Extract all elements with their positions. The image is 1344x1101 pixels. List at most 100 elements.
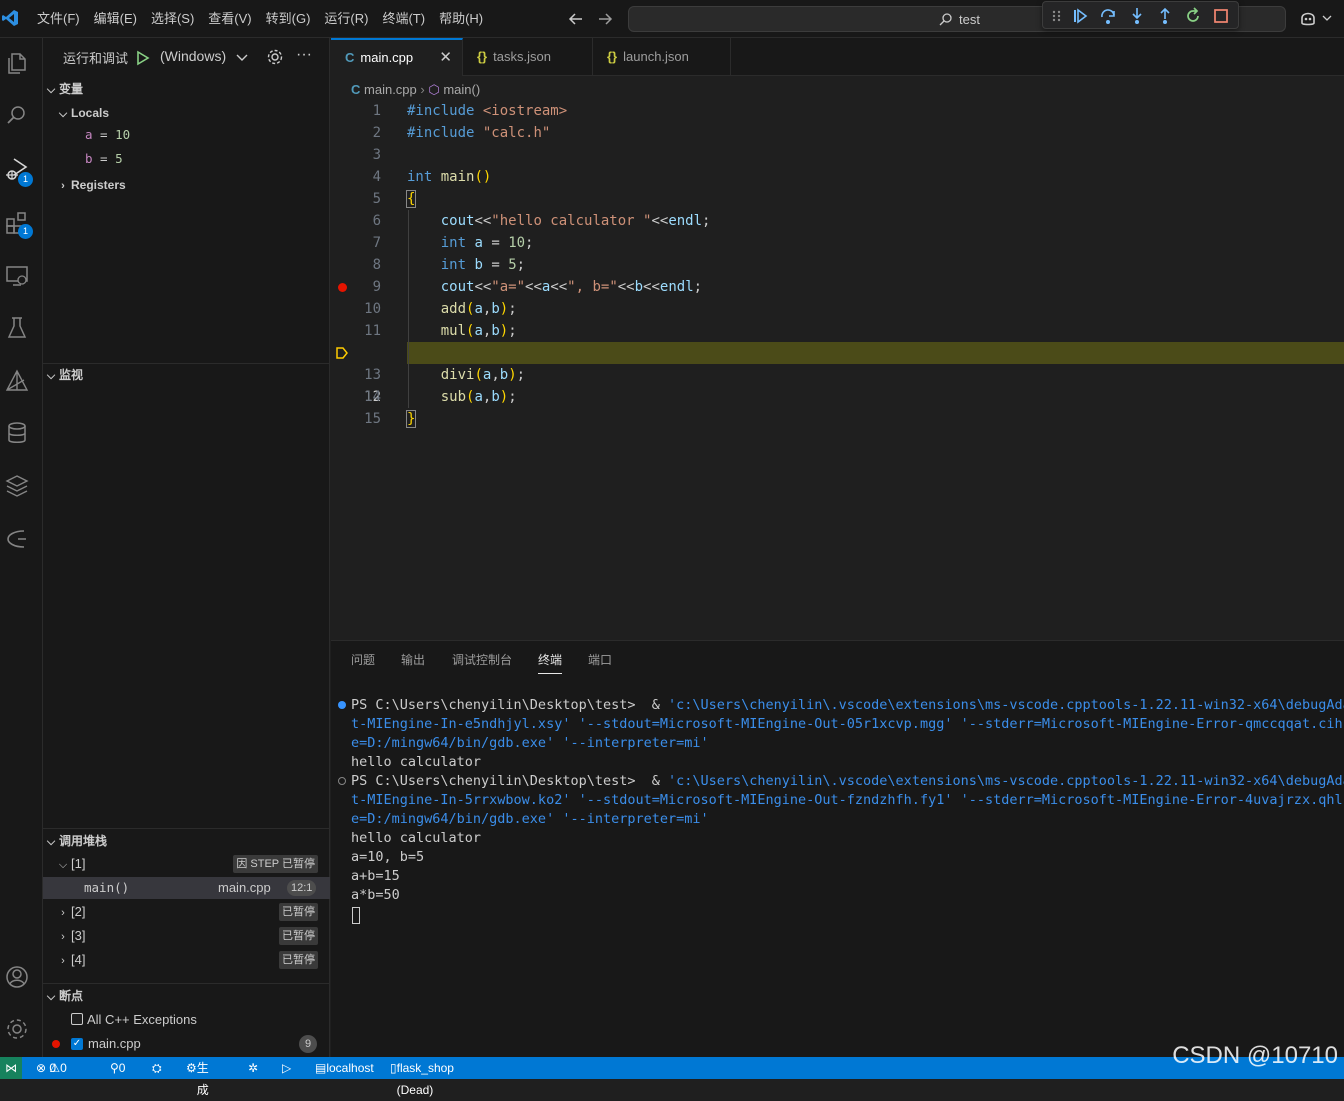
drag-handle-icon[interactable] xyxy=(1051,6,1063,26)
breakpoints-header[interactable]: ⌵ 断点 xyxy=(43,985,330,1007)
start-debug-icon[interactable] xyxy=(136,50,150,66)
host-label: localhost xyxy=(326,1061,374,1075)
chevron-down-icon[interactable] xyxy=(235,52,249,64)
terminal-text: hello calculator xyxy=(351,754,482,770)
checkbox-checked-icon[interactable]: ✓ xyxy=(71,1038,83,1050)
variable-name: b xyxy=(85,151,93,166)
database-icon[interactable] xyxy=(4,420,30,446)
variable-value: 5 xyxy=(115,151,123,166)
registers-scope[interactable]: › Registers xyxy=(43,174,330,196)
cpp-file-icon: C xyxy=(351,82,361,97)
account-icon[interactable] xyxy=(4,964,30,990)
tab-ports[interactable]: 端口 xyxy=(588,651,612,668)
code-editor[interactable]: 1 #include <iostream> 2 #include "calc.h" … xyxy=(331,100,1344,640)
cpp-file-icon: C xyxy=(345,50,355,65)
stop-icon[interactable] xyxy=(1211,6,1231,26)
locals-scope[interactable]: ⌵ Locals xyxy=(43,102,330,124)
debug-config-select[interactable]: (Windows) xyxy=(160,48,226,64)
step-over-icon[interactable] xyxy=(1098,6,1118,26)
testing-icon[interactable] xyxy=(4,315,30,341)
watermark: CSDN @10710 xyxy=(1172,1042,1338,1069)
terminal-line: PS C:\Users\chenyilin\Desktop\test> & 'c… xyxy=(351,772,1344,791)
problems-indicator[interactable]: ⊗ 0 ⚠ 0 xyxy=(36,1057,67,1079)
manage-gear-icon[interactable] xyxy=(4,1016,30,1042)
menu-edit[interactable]: 编辑(E) xyxy=(87,0,144,38)
code-line: 6 cout<<"hello calculator "<<endl; xyxy=(331,210,1344,232)
thread-row[interactable]: › [4] 已暂停 xyxy=(43,949,330,971)
variable-row[interactable]: b = 5 xyxy=(85,151,123,166)
open-launch-json-gear-icon[interactable] xyxy=(266,48,284,66)
menu-help[interactable]: 帮助(H) xyxy=(432,0,490,38)
variable-value: 10 xyxy=(115,127,131,142)
divider xyxy=(43,983,330,984)
breakpoint-line-badge: 9 xyxy=(299,1035,317,1053)
current-statement-arrow-icon xyxy=(336,347,348,359)
code-text: cout<<"hello calculator "<<endl; xyxy=(440,213,711,229)
continue-icon[interactable] xyxy=(1070,6,1090,26)
menu-selection[interactable]: 选择(S) xyxy=(144,0,201,38)
cmake-icon[interactable] xyxy=(4,368,30,394)
terminal-line: t-MIEngine-In-e5ndhjyl.xsy' '--stdout=Mi… xyxy=(351,715,1344,734)
tab-tasks-json[interactable]: {} tasks.json xyxy=(463,38,593,76)
copilot-icon[interactable] xyxy=(1298,8,1334,28)
terminal-text: PS C:\Users\chenyilin\Desktop\test> & xyxy=(351,697,668,713)
stack-frame-row[interactable]: main() main.cpp 12:1 xyxy=(43,877,330,899)
restart-icon[interactable] xyxy=(1183,6,1203,26)
menu-run[interactable]: 运行(R) xyxy=(317,0,375,38)
callstack-header[interactable]: ⌵ 调用堆栈 xyxy=(43,830,330,852)
thread-row[interactable]: › [2] 已暂停 xyxy=(43,901,330,923)
thread-row[interactable]: ⌵ [1] 因 STEP 已暂停 xyxy=(43,853,330,875)
current-line-highlight xyxy=(407,342,1344,364)
database-host-indicator[interactable]: ▤ localhost xyxy=(315,1057,374,1079)
ports-indicator[interactable]: ⚲ 0 xyxy=(110,1057,125,1079)
remote-explorer-icon[interactable] xyxy=(4,263,30,289)
tab-launch-json[interactable]: {} launch.json xyxy=(593,38,731,76)
menu-view[interactable]: 查看(V) xyxy=(201,0,258,38)
step-into-icon[interactable] xyxy=(1127,6,1147,26)
thread-row[interactable]: › [3] 已暂停 xyxy=(43,925,330,947)
remote-indicator-icon[interactable]: ⋈ xyxy=(0,1057,22,1079)
close-icon[interactable]: ✕ xyxy=(439,40,452,76)
search-activity-icon[interactable] xyxy=(4,102,30,128)
code-text: int a = 10; xyxy=(440,235,534,251)
tab-terminal[interactable]: 终端 xyxy=(538,651,563,674)
build-button[interactable]: ⚙ 生成 xyxy=(186,1057,209,1097)
debug-launch-icon[interactable]: ⛭ xyxy=(152,1057,162,1079)
terminal-text: a+b=15 xyxy=(351,868,400,884)
terminal-line: a*b=50 xyxy=(351,886,1344,905)
line-number: 7 xyxy=(372,235,381,251)
step-out-icon[interactable] xyxy=(1155,6,1175,26)
variable-row[interactable]: a = 10 xyxy=(85,127,130,142)
chevron-down-icon: ⌵ xyxy=(58,108,68,120)
tab-main-cpp[interactable]: Cmain.cpp ✕ xyxy=(331,38,463,76)
breakpoint-label: All C++ Exceptions xyxy=(87,1012,197,1027)
watch-header[interactable]: ⌵ 监视 xyxy=(43,364,330,386)
tab-debug-console[interactable]: 调试控制台 xyxy=(452,651,512,668)
variables-header[interactable]: ⌵ 变量 xyxy=(43,78,330,100)
tab-label: launch.json xyxy=(623,49,689,64)
git-graph-icon[interactable] xyxy=(4,525,30,551)
explorer-icon[interactable] xyxy=(4,50,30,76)
menu-file[interactable]: 文件(F) xyxy=(30,0,87,38)
tab-output[interactable]: 输出 xyxy=(401,651,425,668)
back-arrow-icon[interactable] xyxy=(566,9,586,29)
debug-bug-icon[interactable]: ✲ xyxy=(248,1057,258,1079)
checkbox-unchecked[interactable] xyxy=(71,1013,83,1025)
breadcrumb-file[interactable]: main.cpp xyxy=(364,82,417,97)
menu-go[interactable]: 转到(G) xyxy=(259,0,318,38)
terminal-cursor xyxy=(352,907,360,924)
breakpoint-row[interactable]: ✓ main.cpp 9 xyxy=(43,1034,330,1054)
chevron-down-icon: ⌵ xyxy=(46,84,56,96)
terminal-output[interactable]: PS C:\Users\chenyilin\Desktop\test> & 'c… xyxy=(331,696,1344,1056)
more-actions-icon[interactable]: ··· xyxy=(296,46,312,64)
breakpoint-row[interactable]: All C++ Exceptions xyxy=(71,1010,197,1030)
tab-problems[interactable]: 问题 xyxy=(351,651,375,668)
breadcrumb-symbol[interactable]: main() xyxy=(443,82,480,97)
forward-arrow-icon[interactable] xyxy=(595,9,615,29)
layers-icon[interactable] xyxy=(4,472,30,498)
database-status-indicator[interactable]: ▯ flask_shop (Dead) xyxy=(390,1057,454,1097)
registers-label: Registers xyxy=(71,178,126,192)
chevron-right-icon: › xyxy=(420,82,425,97)
menu-terminal[interactable]: 终端(T) xyxy=(375,0,432,38)
run-play-icon[interactable]: ▷ xyxy=(282,1057,291,1079)
